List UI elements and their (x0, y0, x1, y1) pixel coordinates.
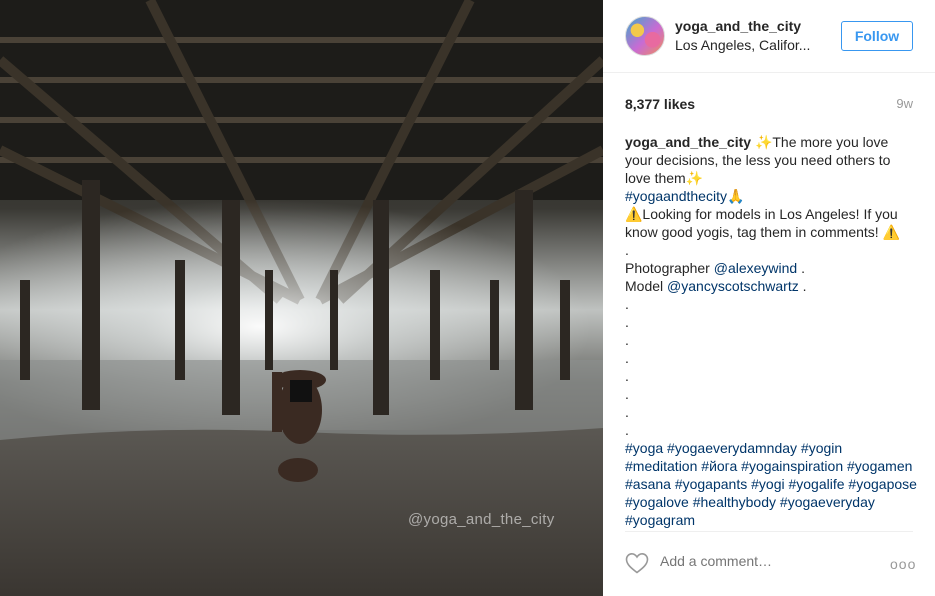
post-age[interactable]: 9w (896, 96, 913, 111)
caption-emoji: 🙏 (726, 188, 745, 204)
hashtag[interactable]: #yogamen (847, 458, 912, 474)
hashtag-list: #yoga #yogaeverydamnday #yogin #meditati… (625, 439, 917, 529)
header-username[interactable]: yoga_and_the_city (675, 18, 801, 34)
hashtag[interactable]: #yoga (625, 440, 663, 456)
likes-count[interactable]: 8,377 likes (625, 96, 695, 112)
caption-dot: . (625, 386, 629, 402)
caption-dot: . (625, 404, 629, 420)
hashtag[interactable]: #meditation (625, 458, 697, 474)
heart-outline-icon[interactable] (625, 552, 649, 574)
hashtag[interactable]: #yogaandthecity (625, 188, 727, 204)
caption-punctuation: . (797, 260, 805, 276)
caption-punctuation: . (798, 278, 807, 294)
photo-watermark: @yoga_and_the_city (408, 511, 555, 528)
hashtag[interactable]: #yogainspiration (741, 458, 843, 474)
caption-dot: . (625, 332, 629, 348)
hashtag[interactable]: #healthybody (693, 494, 776, 510)
hashtag[interactable]: #yogaeverydamnday (667, 440, 797, 456)
photographer-label: Photographer (625, 260, 714, 276)
caption-dot: . (625, 350, 629, 366)
caption-text: ⚠️Looking for models in Los Angeles! If … (625, 206, 902, 240)
hashtag[interactable]: #yogapants (675, 476, 747, 492)
location-link[interactable]: Los Angeles, Califor... (675, 37, 810, 53)
caption-dot: . (625, 368, 629, 384)
hashtag[interactable]: #yogin (801, 440, 842, 456)
hashtag[interactable]: #yogi (751, 476, 784, 492)
hashtag[interactable]: #yogalove (625, 494, 689, 510)
mention-photographer[interactable]: @alexeywind (714, 260, 797, 276)
more-options-icon[interactable]: ooo (890, 556, 916, 572)
add-comment-input[interactable] (660, 553, 880, 569)
pier-scene-image (0, 0, 603, 596)
hashtag[interactable]: #yogapose (848, 476, 917, 492)
mention-model[interactable]: @yancyscotschwartz (667, 278, 799, 294)
hashtag[interactable]: #yogagram (625, 512, 695, 528)
caption-dot: . (625, 422, 629, 438)
caption-username[interactable]: yoga_and_the_city (625, 134, 751, 150)
hashtag[interactable]: #asana (625, 476, 671, 492)
post-details-panel: yoga_and_the_city Los Angeles, Califor..… (603, 0, 935, 596)
hashtag[interactable]: #yogalife (788, 476, 844, 492)
hashtag[interactable]: #йога (701, 458, 737, 474)
hashtag[interactable]: #yogaeveryday (780, 494, 875, 510)
divider (625, 531, 913, 532)
model-label: Model (625, 278, 668, 294)
caption-dot: . (625, 242, 629, 258)
post-header: yoga_and_the_city Los Angeles, Califor..… (603, 0, 935, 73)
caption-dot: . (625, 296, 629, 312)
post-photo[interactable]: @yoga_and_the_city (0, 0, 603, 596)
caption-dot: . (625, 314, 629, 330)
avatar[interactable] (625, 16, 665, 56)
follow-button[interactable]: Follow (841, 21, 913, 51)
caption: yoga_and_the_city ✨The more you love you… (625, 133, 917, 529)
